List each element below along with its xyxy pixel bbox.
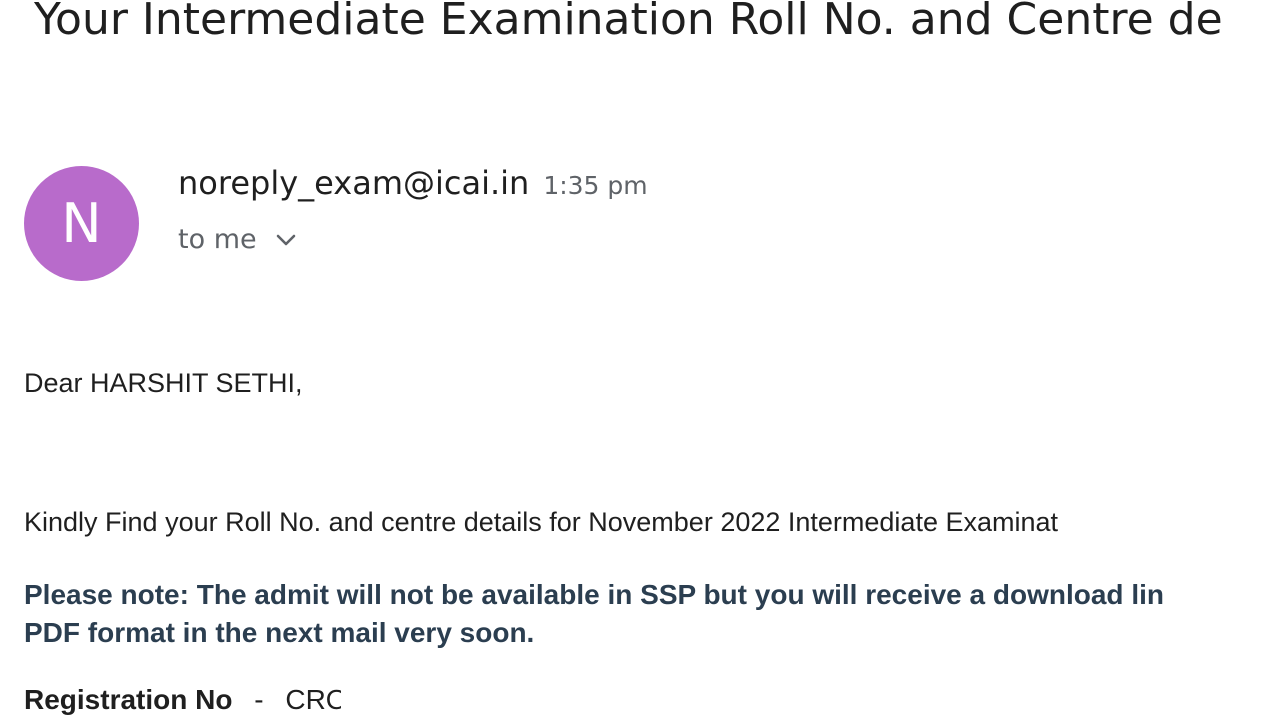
registration-label: Registration No xyxy=(24,684,233,715)
chevron-down-icon[interactable] xyxy=(275,233,297,247)
email-subject: Your Intermediate Examination Roll No. a… xyxy=(34,0,1223,45)
email-time: 1:35 pm xyxy=(543,171,648,200)
registration-separator: - xyxy=(254,684,264,715)
email-intro: Kindly Find your Roll No. and centre det… xyxy=(24,507,1059,537)
important-note: Please note: The admit will not be avail… xyxy=(24,576,1164,652)
sender-line: noreply_exam@icai.in 1:35 pm xyxy=(178,164,648,202)
note-line-2: PDF format in the next mail very soon. xyxy=(24,617,535,648)
sender-avatar[interactable]: N xyxy=(24,166,139,281)
recipient-label: to me xyxy=(178,224,257,255)
sender-address[interactable]: noreply_exam@icai.in xyxy=(178,164,529,202)
note-line-1: Please note: The admit will not be avail… xyxy=(24,579,1164,610)
registration-value: CRO xyxy=(285,684,342,715)
email-view: Your Intermediate Examination Roll No. a… xyxy=(0,0,1280,720)
email-greeting: Dear HARSHIT SETHI, xyxy=(24,368,303,398)
recipient-details-toggle[interactable]: to me xyxy=(178,224,297,255)
registration-row: Registration No - CRO xyxy=(24,684,341,716)
avatar-letter: N xyxy=(61,192,102,255)
